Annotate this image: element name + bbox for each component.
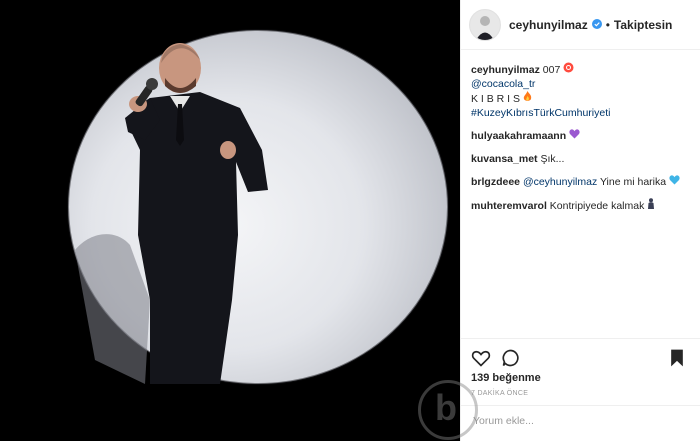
comment-item: muhteremvarol Kontripiyede kalmak [471, 198, 690, 213]
comments-section: ceyhunyilmaz 007 @cocacola_tr K I B R I … [461, 50, 700, 213]
header-username[interactable]: ceyhunyilmaz [509, 18, 588, 32]
caption-line3: K I B R I S [471, 93, 521, 105]
action-bar [461, 338, 700, 376]
avatar[interactable] [469, 8, 501, 41]
fire-icon [523, 91, 532, 105]
person-icon [647, 198, 655, 212]
blue-heart-icon [669, 175, 680, 188]
caption-text: 007 [542, 64, 561, 76]
instagram-post: ceyhunyilmaz • Takiptesin ceyhunyilmaz 0… [0, 0, 700, 441]
post-photo[interactable] [0, 0, 460, 441]
likes-count[interactable]: 139 beğenme [471, 372, 541, 384]
verified-badge-icon [591, 16, 602, 34]
separator-dot: • [605, 17, 610, 32]
comment-icon[interactable] [501, 348, 521, 368]
comment-username[interactable]: hulyaakahramaann [471, 130, 566, 142]
timestamp: 7 DAKİKA ÖNCE [471, 390, 529, 397]
comment-input[interactable] [471, 414, 685, 428]
comment-username[interactable]: kuvansa_met [471, 153, 538, 165]
post-header: ceyhunyilmaz • Takiptesin [461, 0, 700, 50]
comment-text: Yine mi harika [597, 176, 667, 188]
comment-username[interactable]: brlgzdeee [471, 176, 520, 188]
caption-hashtag[interactable]: #KuzeyKıbrısTürkCumhuriyeti [471, 107, 610, 119]
comment-item: brlgzdeee @ceyhunyilmaz Yine mi harika [471, 175, 690, 189]
comment-text: Şık... [540, 153, 565, 165]
comment-item: hulyaakahramaann [471, 129, 690, 143]
add-comment-box [461, 405, 700, 441]
following-button[interactable]: Takiptesin [614, 18, 672, 32]
person-icon [470, 9, 500, 40]
caption-mention[interactable]: @cocacola_tr [471, 78, 535, 90]
purple-heart-icon [569, 129, 580, 142]
post-side-panel: ceyhunyilmaz • Takiptesin ceyhunyilmaz 0… [460, 0, 700, 441]
spotlight-image [0, 0, 460, 441]
comment-item: kuvansa_met Şık... [471, 152, 690, 166]
bookmark-icon[interactable] [667, 348, 687, 368]
heart-icon[interactable] [471, 348, 491, 368]
caption: ceyhunyilmaz 007 @cocacola_tr K I B R I … [471, 62, 690, 120]
comment-username[interactable]: muhteremvarol [471, 200, 547, 212]
watermark-logo: b [418, 380, 478, 440]
comment-text: Kontripiyede kalmak [549, 200, 645, 212]
comment-mention[interactable]: @ceyhunyilmaz [523, 176, 597, 188]
record-icon [563, 62, 574, 76]
caption-username[interactable]: ceyhunyilmaz [471, 64, 540, 76]
